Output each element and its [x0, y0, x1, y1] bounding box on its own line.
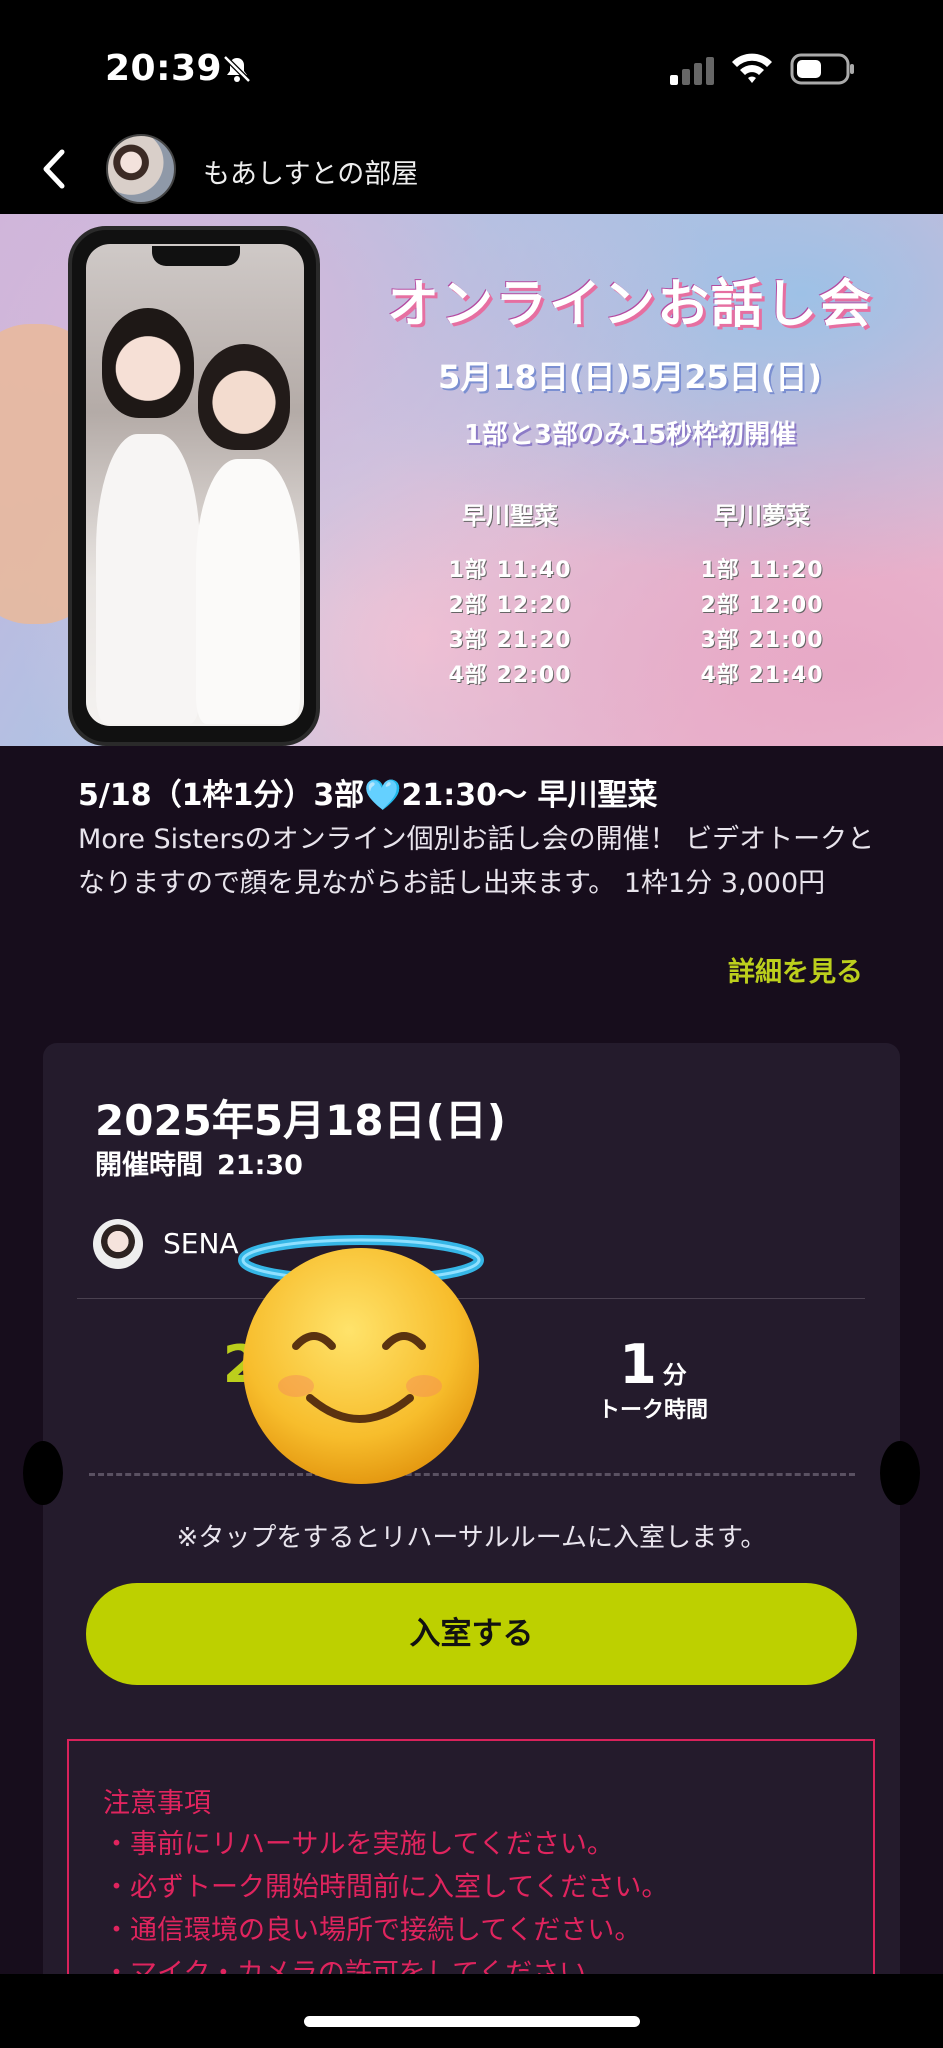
event-time-value: 21:30 [217, 1150, 303, 1181]
schedule-row: 3部 21:00 [700, 628, 824, 653]
schedule-column-1: 早川聖菜 1部 11:40 2部 12:20 3部 21:20 4部 22:00 [400, 496, 620, 693]
talk-time-label: トーク時間 [597, 1398, 708, 1423]
room-header: もあしすとの部屋 [0, 130, 943, 214]
event-time: 開催時間 21:30 [95, 1143, 303, 1182]
ticket-notch-right [880, 1441, 920, 1505]
room-avatar[interactable] [106, 134, 176, 204]
schedule-row: 2部 12:00 [700, 593, 824, 618]
schedule-row: 4部 22:00 [448, 663, 572, 688]
caution-item: ・通信環境の良い場所で接続してください。 [103, 1915, 642, 1946]
status-bar: 20:39 [0, 0, 943, 130]
event-time-label: 開催時間 [95, 1150, 203, 1181]
person-right [198, 344, 290, 450]
event-description: More Sistersのオンライン個別お話し会の開催！ ビデオトークとなります… [78, 824, 875, 899]
schedule-row: 2部 12:20 [448, 593, 572, 618]
event-title: 5/18（1枠1分）3部🩵21:30〜 早川聖菜 [78, 778, 658, 813]
caution-list: ・事前にリハーサルを実施してください。 ・必ずトーク開始時間前に入室してください… [103, 1823, 668, 1995]
talk-time-stat: 1分 トーク時間 [583, 1333, 723, 1424]
tap-note: ※タップをするとリハーサルルームに入室します。 [176, 1523, 767, 1553]
ticket-card: 2025年5月18日(日) 開催時間 21:30 SENA 2 1分 トーク時間 … [23, 1043, 920, 2029]
host-avatar [93, 1219, 143, 1269]
banner-dates: 5月18日(日)5月25日(日) [437, 358, 823, 396]
schedule-member-name: 早川夢菜 [714, 502, 810, 530]
person-left [102, 308, 194, 418]
room-name: もあしすとの部屋 [203, 159, 419, 190]
caution-title: 注意事項 [103, 1788, 211, 1819]
talk-minutes: 1 [619, 1333, 657, 1396]
home-indicator[interactable] [304, 2016, 640, 2027]
dress-right [196, 459, 300, 724]
caution-item: ・事前にリハーサルを実施してください。 [103, 1829, 614, 1860]
battery-icon [790, 53, 854, 85]
bell-slash-icon [223, 55, 251, 83]
event-date: 2025年5月18日(日) [95, 1096, 506, 1145]
talk-unit: 分 [662, 1361, 687, 1389]
phone-graphic [68, 226, 320, 746]
detail-link[interactable]: 詳細を見る [728, 950, 863, 989]
smiling-face-with-halo-icon [238, 1235, 484, 1484]
wifi-icon [732, 53, 772, 83]
schedule-row: 3部 21:20 [448, 628, 572, 653]
banner-title: オンラインお話し会 [386, 275, 873, 335]
schedule-member-name: 早川聖菜 [462, 502, 558, 530]
schedule-column-2: 早川夢菜 1部 11:20 2部 12:00 3部 21:00 4部 21:40 [652, 496, 872, 693]
banner-note: 1部と3部のみ15秒枠初開催 [463, 420, 797, 450]
schedule-row: 4部 21:40 [700, 663, 824, 688]
event-banner-image: オンラインお話し会 5月18日(日)5月25日(日) 1部と3部のみ15秒枠初開… [0, 214, 943, 746]
ticket-notch-left [23, 1441, 63, 1505]
dress-left [96, 434, 200, 724]
schedule-row: 1部 11:40 [448, 558, 572, 583]
enter-room-button[interactable]: 入室する [86, 1583, 857, 1685]
schedule-row: 1部 11:20 [700, 558, 824, 583]
status-time: 20:39 [105, 48, 223, 89]
chevron-left-icon[interactable] [34, 142, 74, 196]
cellular-signal-icon [670, 57, 714, 85]
home-indicator-area [0, 1974, 943, 2048]
photo-of-members [86, 244, 304, 726]
caution-item: ・必ずトーク開始時間前に入室してください。 [103, 1872, 669, 1903]
